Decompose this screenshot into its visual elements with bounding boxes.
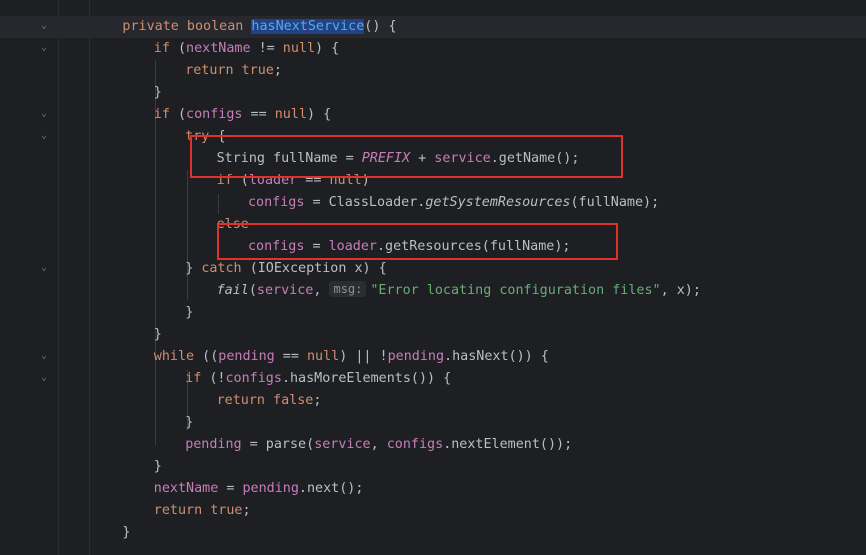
code-token: ) { [306, 107, 332, 122]
fold-open-icon[interactable]: ⌄ [38, 130, 50, 142]
code-token: } [185, 305, 194, 320]
code-token: if [153, 41, 178, 56]
code-line[interactable]: return true; [185, 60, 282, 82]
code-token: getSystemResources [425, 195, 571, 210]
code-token: } [153, 327, 162, 342]
code-line[interactable]: return false; [217, 390, 322, 412]
code-token: configs [225, 371, 282, 386]
code-token: (! [209, 371, 226, 386]
code-token: (fullName); [570, 195, 660, 210]
code-token: return true [185, 63, 274, 78]
indent-guide [187, 280, 188, 300]
code-line[interactable]: fail(service, msg: "Error locating config… [217, 280, 701, 302]
code-token: ( [248, 283, 257, 298]
code-token: pending [242, 481, 299, 496]
fold-open-icon[interactable]: ⌄ [38, 262, 50, 274]
code-token: if [153, 107, 178, 122]
code-line[interactable]: } [122, 522, 130, 544]
code-token: pending [218, 349, 275, 364]
code-token: .hasNext()) { [444, 349, 549, 364]
code-token: } [185, 261, 202, 276]
code-token: , x); [660, 283, 701, 298]
code-token: != [250, 41, 283, 56]
fold-open-icon[interactable]: ⌄ [38, 372, 50, 384]
indent-guide [218, 194, 219, 214]
code-token: .hasMoreElements()) { [281, 371, 452, 386]
code-token: (IOException x) { [249, 261, 387, 276]
code-token: } [122, 525, 131, 540]
fold-open-icon[interactable]: ⌄ [38, 42, 50, 54]
code-token: ) || ! [339, 349, 388, 364]
code-token: hasNextService [251, 19, 365, 34]
code-token: null [306, 349, 340, 364]
code-token: = parse( [241, 437, 315, 452]
fold-open-icon[interactable]: ⌄ [38, 108, 50, 120]
code-line[interactable]: return true; [154, 500, 251, 522]
code-token: nextName [186, 41, 251, 56]
highlight-box-fullname [190, 135, 623, 178]
code-token: configs [186, 107, 243, 122]
code-token: ; [242, 503, 251, 518]
code-token: configs [386, 437, 444, 452]
code-token: service [256, 283, 314, 298]
code-line[interactable]: } [154, 456, 162, 478]
code-token: configs [248, 195, 305, 210]
code-token: pending [185, 437, 242, 452]
code-token: } [153, 459, 162, 474]
code-line[interactable]: } [154, 82, 162, 104]
code-token: nextName [153, 481, 219, 496]
highlight-box-getresources [217, 223, 618, 260]
code-line[interactable]: } [185, 412, 193, 434]
code-token: return true [153, 503, 243, 518]
code-token: ; [273, 63, 282, 78]
code-token: } [153, 85, 162, 100]
indent-guide [155, 125, 156, 445]
code-token: ( [177, 41, 187, 56]
code-token: (( [202, 349, 219, 364]
fold-open-icon[interactable]: ⌄ [38, 20, 50, 32]
code-line[interactable]: } [154, 324, 162, 346]
editor-gutter [0, 0, 58, 555]
code-line[interactable]: if (!configs.hasMoreElements()) { [185, 368, 451, 390]
code-token: = [218, 481, 243, 496]
code-token: == [242, 107, 275, 122]
code-token: pending [387, 349, 445, 364]
code-token: } [185, 415, 194, 430]
code-token: ; [313, 393, 322, 408]
code-line[interactable]: while ((pending == null) || !pending.has… [154, 346, 549, 368]
code-token: () { [364, 19, 397, 34]
code-token: .next(); [298, 481, 364, 496]
code-line[interactable]: configs = ClassLoader.getSystemResources… [248, 192, 659, 214]
code-token: ( [177, 107, 187, 122]
code-token: null [282, 41, 316, 56]
code-line[interactable]: if (configs == null) { [154, 104, 331, 126]
code-token: service [314, 437, 371, 452]
code-token: .nextElement()); [443, 437, 573, 452]
code-line[interactable]: nextName = pending.next(); [154, 478, 364, 500]
code-token: == [274, 349, 307, 364]
code-token: , [370, 437, 387, 452]
code-token: ) { [315, 41, 340, 56]
code-line[interactable]: private boolean hasNextService() { [122, 16, 397, 38]
code-token: return false [216, 393, 314, 408]
code-line[interactable]: pending = parse(service, configs.nextEle… [185, 434, 572, 456]
parameter-hint: msg: [329, 281, 367, 297]
code-line[interactable]: if (nextName != null) { [154, 38, 339, 60]
code-token: fail [216, 283, 249, 298]
fold-open-icon[interactable]: ⌄ [38, 350, 50, 362]
code-token: null [274, 107, 307, 122]
code-token: while [153, 349, 203, 364]
code-token: = ClassLoader. [304, 195, 426, 210]
code-line[interactable]: } catch (IOException x) { [185, 258, 387, 280]
margin-divider [89, 0, 90, 555]
code-token: private boolean [122, 19, 252, 34]
gutter-divider [58, 0, 59, 555]
code-line[interactable]: } [185, 302, 193, 324]
code-token: , [313, 283, 330, 298]
code-token: catch [201, 261, 250, 276]
code-token: if [185, 371, 210, 386]
code-token: "Error locating configuration files" [370, 283, 661, 298]
